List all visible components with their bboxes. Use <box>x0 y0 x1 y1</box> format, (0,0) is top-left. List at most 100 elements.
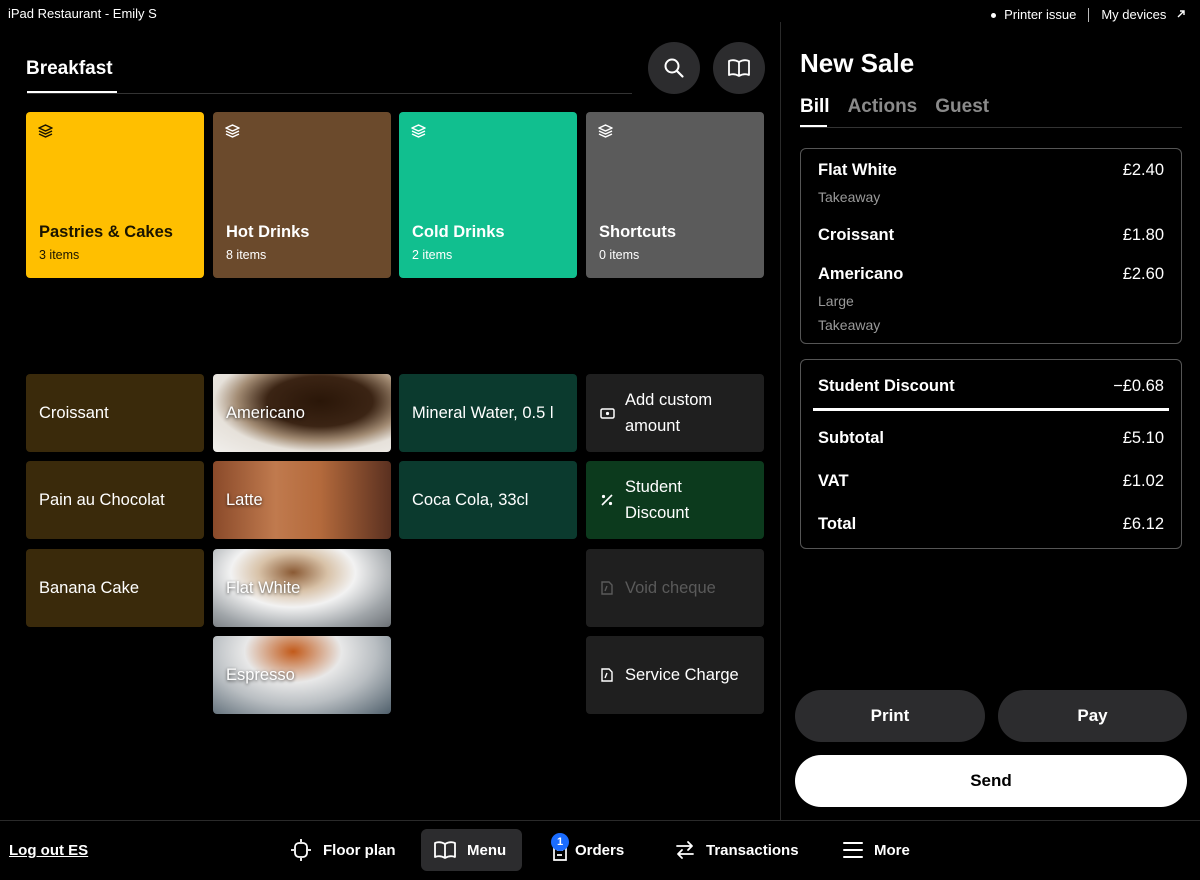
category-tile-cold-drinks[interactable]: Cold Drinks 2 items <box>399 112 577 278</box>
category-name: Hot Drinks <box>226 223 310 241</box>
device-user-label: iPad Restaurant - Emily S <box>8 6 157 21</box>
menu-item-coca-cola[interactable]: Coca Cola, 33cl <box>399 461 577 539</box>
hamburger-icon <box>843 842 863 858</box>
layers-icon <box>225 124 240 138</box>
discount-name[interactable]: Student Discount <box>818 377 955 396</box>
my-devices-link[interactable]: My devices <box>1101 7 1186 22</box>
item-label: Coca Cola, 33cl <box>412 490 529 509</box>
void-cheque-button: Void cheque <box>586 549 764 627</box>
item-label: Flat White <box>226 578 301 597</box>
line-item-name[interactable]: Croissant <box>818 226 894 245</box>
floor-plan-icon <box>291 839 311 861</box>
item-label: Espresso <box>226 665 295 684</box>
tab-bill[interactable]: Bill <box>800 96 830 118</box>
item-label: Latte <box>226 490 263 509</box>
item-label: Croissant <box>39 403 109 422</box>
category-count: 8 items <box>226 248 267 262</box>
nav-orders[interactable]: 1 Orders <box>539 829 636 871</box>
menu-book-button[interactable] <box>713 42 765 94</box>
printer-issue-label: Printer issue <box>1004 7 1077 22</box>
category-name: Cold Drinks <box>412 223 505 241</box>
percent-icon <box>599 493 615 507</box>
action-label: Void cheque <box>625 578 716 597</box>
action-label: Service Charge <box>625 665 739 684</box>
menu-item-pain-au-chocolat[interactable]: Pain au Chocolat <box>26 461 204 539</box>
bottom-nav-divider <box>0 820 1200 821</box>
totals-divider <box>813 408 1169 411</box>
panel-divider <box>780 22 781 820</box>
menu-item-croissant[interactable]: Croissant <box>26 374 204 452</box>
line-item-name[interactable]: Flat White <box>818 161 897 180</box>
menu-item-banana-cake[interactable]: Banana Cake <box>26 549 204 627</box>
layers-icon <box>598 124 613 138</box>
category-tile-shortcuts[interactable]: Shortcuts 0 items <box>586 112 764 278</box>
add-custom-amount-button[interactable]: Add custom amount <box>586 374 764 452</box>
cash-icon <box>599 407 615 419</box>
line-item-modifier: Large <box>818 293 854 309</box>
external-arrow-icon <box>1177 10 1185 18</box>
menu-item-latte[interactable]: Latte <box>213 461 391 539</box>
printer-issue-link[interactable]: Printer issue <box>991 7 1076 22</box>
nav-more[interactable]: More <box>830 829 922 871</box>
search-icon <box>664 58 684 78</box>
bill-totals: Student Discount −£0.68 Subtotal £5.10 V… <box>800 359 1182 549</box>
menu-item-mineral-water[interactable]: Mineral Water, 0.5 l <box>399 374 577 452</box>
line-item-price: £2.40 <box>1122 161 1164 179</box>
total-value: £6.12 <box>1122 515 1164 533</box>
nav-menu[interactable]: Menu <box>421 829 522 871</box>
category-count: 2 items <box>412 248 453 262</box>
category-name: Pastries & Cakes <box>39 223 173 241</box>
item-label: Mineral Water, 0.5 l <box>412 403 554 422</box>
vat-label: VAT <box>818 472 849 490</box>
search-button[interactable] <box>648 42 700 94</box>
book-icon <box>434 841 456 859</box>
category-tile-pastries[interactable]: Pastries & Cakes 3 items <box>26 112 204 278</box>
tab-guest[interactable]: Guest <box>935 96 989 118</box>
logout-link[interactable]: Log out ES <box>9 842 88 859</box>
status-right: Printer issue My devices <box>991 7 1186 22</box>
service-charge-button[interactable]: Service Charge <box>586 636 764 714</box>
category-name: Shortcuts <box>599 223 677 241</box>
menu-section-title[interactable]: Breakfast <box>26 58 113 80</box>
line-item-price: £2.60 <box>1122 265 1164 283</box>
nav-label: Transactions <box>706 841 799 859</box>
receipt-icon <box>599 667 615 683</box>
section-divider <box>27 93 632 94</box>
my-devices-label: My devices <box>1101 7 1167 22</box>
total-label: Total <box>818 515 857 533</box>
layers-icon <box>411 124 426 138</box>
student-discount-button[interactable]: Student Discount <box>586 461 764 539</box>
vat-value: £1.02 <box>1122 472 1164 490</box>
line-item-modifier: Takeaway <box>818 317 881 333</box>
nav-floor-plan[interactable]: Floor plan <box>277 829 408 871</box>
send-button[interactable]: Send <box>795 755 1187 807</box>
menu-item-americano[interactable]: Americano <box>213 374 391 452</box>
nav-transactions[interactable]: Transactions <box>662 829 811 871</box>
pay-button[interactable]: Pay <box>998 690 1187 742</box>
print-button[interactable]: Print <box>795 690 985 742</box>
orders-badge: 1 <box>551 833 569 851</box>
menu-item-espresso[interactable]: Espresso <box>213 636 391 714</box>
discount-amount: −£0.68 <box>1113 377 1164 395</box>
book-icon <box>728 59 750 77</box>
menu-item-flat-white[interactable]: Flat White <box>213 549 391 627</box>
sale-tabs: Bill Actions Guest <box>800 96 989 118</box>
action-label: Add custom amount <box>625 391 713 435</box>
subtotal-label: Subtotal <box>818 429 884 447</box>
nav-label: Menu <box>467 841 507 859</box>
category-tile-hot-drinks[interactable]: Hot Drinks 8 items <box>213 112 391 278</box>
nav-label: More <box>874 841 910 859</box>
status-dot-icon <box>991 13 997 19</box>
line-item-modifier: Takeaway <box>818 189 881 205</box>
receipt-icon <box>599 580 615 596</box>
tab-actions[interactable]: Actions <box>848 96 918 118</box>
bill-lines: Flat White £2.40 Takeaway Croissant £1.8… <box>800 148 1182 344</box>
line-item-price: £1.80 <box>1122 226 1164 244</box>
category-count: 0 items <box>599 248 640 262</box>
nav-label: Floor plan <box>323 841 396 859</box>
line-item-name[interactable]: Americano <box>818 265 903 284</box>
subtotal-value: £5.10 <box>1122 429 1164 447</box>
tab-divider <box>800 127 1182 128</box>
nav-label: Orders <box>575 841 625 859</box>
layers-icon <box>38 124 53 138</box>
